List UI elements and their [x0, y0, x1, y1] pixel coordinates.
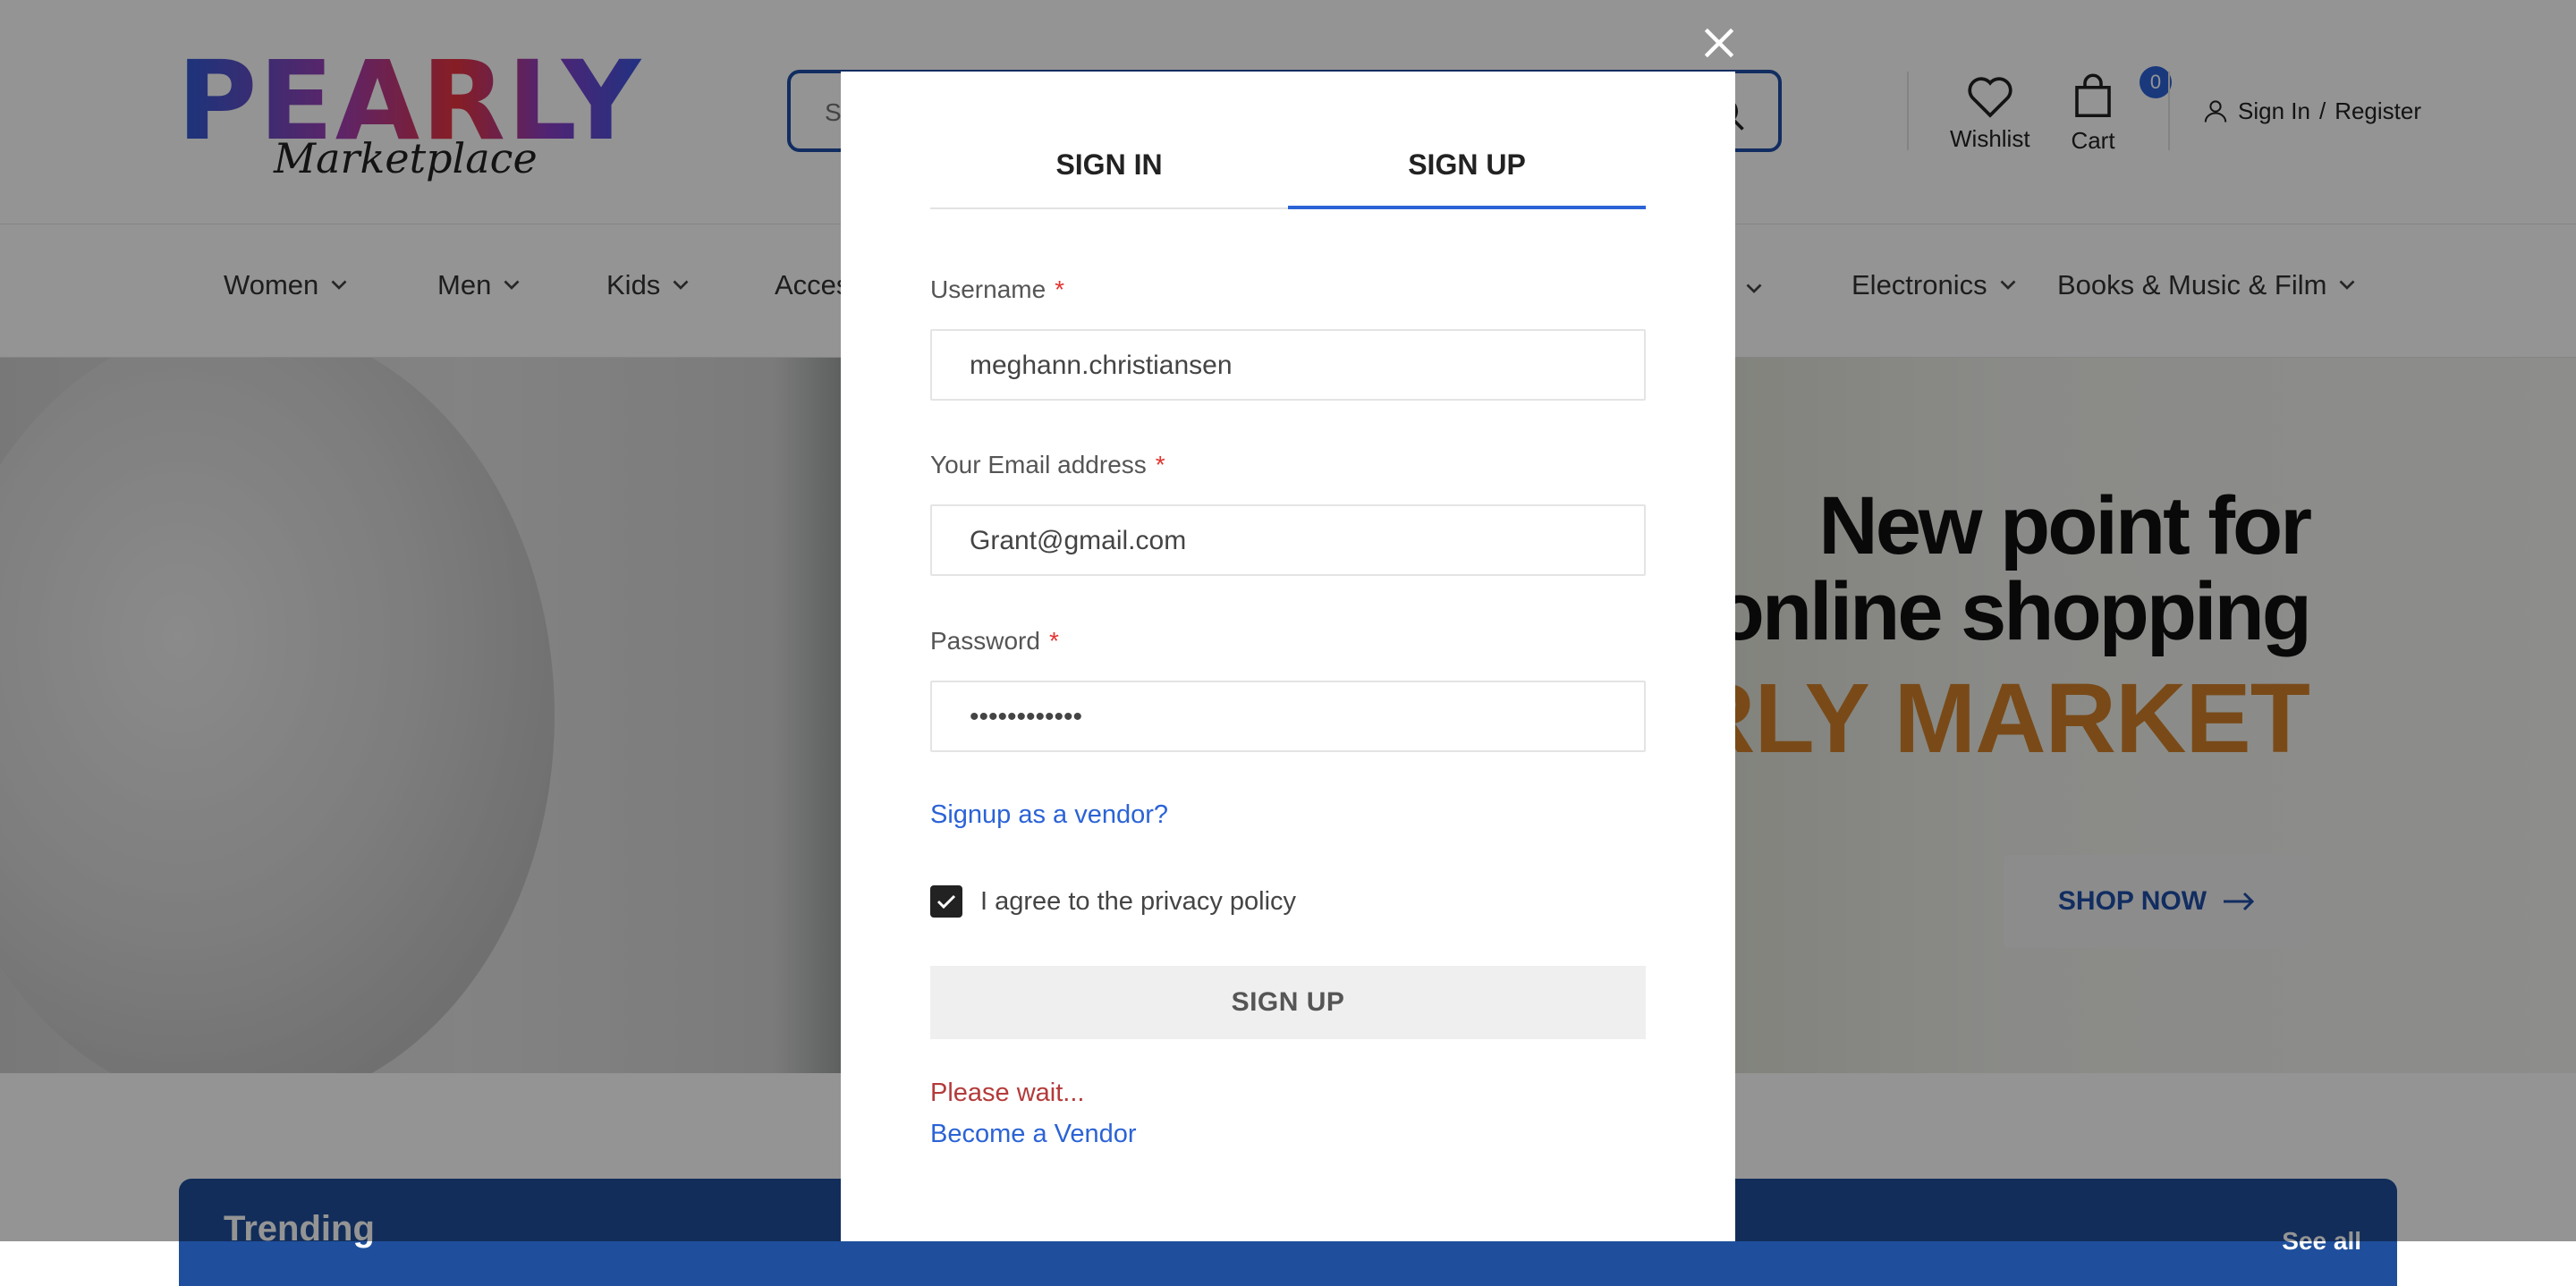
privacy-agreement[interactable]: I agree to the privacy policy — [930, 885, 1296, 918]
username-label: Username * — [930, 275, 1064, 304]
checkmark-icon — [936, 894, 956, 910]
close-icon[interactable] — [1699, 23, 1739, 63]
status-message: Please wait... — [930, 1079, 1085, 1107]
password-field[interactable] — [930, 681, 1646, 752]
required-marker: * — [1155, 451, 1165, 478]
privacy-checkbox[interactable] — [930, 885, 962, 918]
password-label: Password * — [930, 627, 1059, 656]
auth-modal: SIGN IN SIGN UP Username * Your Email add… — [841, 72, 1735, 1241]
required-marker: * — [1048, 627, 1059, 655]
email-label: Your Email address * — [930, 451, 1165, 479]
email-field[interactable] — [930, 504, 1646, 576]
password-input[interactable] — [968, 682, 1615, 752]
tab-sign-in[interactable]: SIGN IN — [930, 143, 1288, 206]
auth-tabs: SIGN IN SIGN UP — [930, 143, 1646, 209]
email-label-text: Your Email address — [930, 451, 1147, 478]
email-input[interactable] — [968, 506, 1615, 576]
signup-vendor-link[interactable]: Signup as a vendor? — [930, 800, 1168, 830]
tab-sign-up[interactable]: SIGN UP — [1288, 143, 1646, 209]
become-vendor-link[interactable]: Become a Vendor — [930, 1120, 1137, 1149]
username-field[interactable] — [930, 329, 1646, 401]
username-label-text: Username — [930, 275, 1046, 303]
password-label-text: Password — [930, 627, 1040, 655]
required-marker: * — [1055, 275, 1065, 303]
username-input[interactable] — [968, 331, 1615, 401]
privacy-label: I agree to the privacy policy — [980, 886, 1297, 916]
sign-up-button[interactable]: SIGN UP — [930, 966, 1646, 1039]
